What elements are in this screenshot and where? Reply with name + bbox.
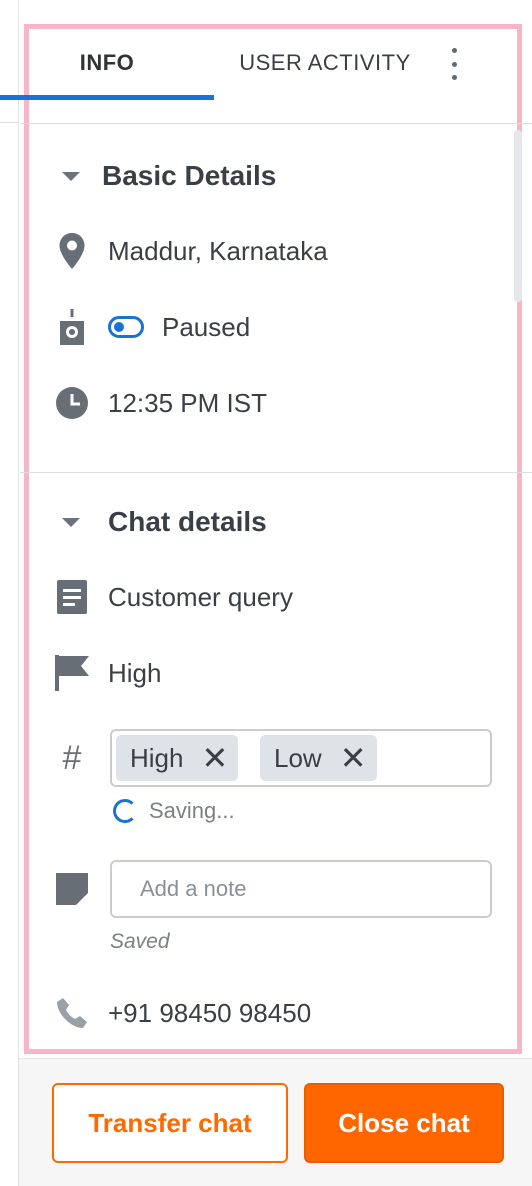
- more-vertical-icon[interactable]: [440, 48, 468, 80]
- tag-chip: High ✕: [116, 735, 239, 781]
- caret-down-icon: [62, 171, 80, 181]
- phone-text: +91 98450 98450: [108, 997, 312, 1028]
- time-text: 12:35 PM IST: [108, 387, 267, 418]
- basic-details-header[interactable]: Basic Details: [62, 160, 276, 192]
- phone-icon: [52, 993, 92, 1033]
- hash-icon: #: [62, 738, 82, 777]
- phone-row: +91 98450 98450: [52, 993, 311, 1033]
- status-text: Paused: [162, 311, 251, 342]
- chat-details-header[interactable]: Chat details: [62, 506, 267, 538]
- spinner-icon: [113, 799, 137, 823]
- note-row-icon: [52, 869, 108, 909]
- status-toggle[interactable]: [108, 316, 144, 338]
- transfer-chat-button[interactable]: Transfer chat: [52, 1083, 288, 1163]
- status-row: Paused: [52, 307, 250, 347]
- close-icon[interactable]: ✕: [340, 742, 367, 774]
- time-row: 12:35 PM IST: [52, 383, 267, 423]
- tab-user-activity[interactable]: USER ACTIVITY: [225, 24, 425, 100]
- section-divider: [20, 472, 532, 473]
- saved-status: Saved: [110, 930, 170, 953]
- clock-icon: [52, 383, 92, 423]
- location-row: Maddur, Karnataka: [52, 231, 328, 271]
- priority-text: High: [108, 657, 162, 688]
- note-input[interactable]: [110, 860, 492, 918]
- sticky-note-icon: [52, 869, 92, 909]
- saving-indicator: Saving...: [113, 798, 235, 824]
- caret-down-icon: [62, 517, 80, 527]
- left-rail: [0, 0, 19, 1186]
- tag-chip: Low ✕: [260, 735, 377, 781]
- chat-details-title: Chat details: [108, 506, 267, 537]
- close-icon[interactable]: ✕: [201, 742, 228, 774]
- basic-details-title: Basic Details: [102, 160, 277, 191]
- close-chat-button[interactable]: Close chat: [304, 1083, 504, 1163]
- location-text: Maddur, Karnataka: [108, 235, 328, 266]
- location-pin-icon: [52, 231, 92, 271]
- tags-row-icon: #: [52, 738, 108, 778]
- tags-input[interactable]: High ✕ Low ✕: [110, 729, 492, 787]
- rail-divider: [0, 122, 19, 123]
- bot-status-icon: [52, 307, 92, 347]
- tab-info[interactable]: INFO: [0, 24, 214, 100]
- tag-label: High: [130, 742, 184, 773]
- priority-row: High: [52, 653, 161, 693]
- scrollbar-thumb[interactable]: [514, 130, 522, 302]
- category-row: Customer query: [52, 577, 293, 617]
- flag-icon: [52, 653, 92, 693]
- saving-text: Saving...: [149, 798, 235, 823]
- category-text: Customer query: [108, 581, 293, 612]
- tag-label: Low: [274, 742, 322, 773]
- document-icon: [52, 577, 92, 617]
